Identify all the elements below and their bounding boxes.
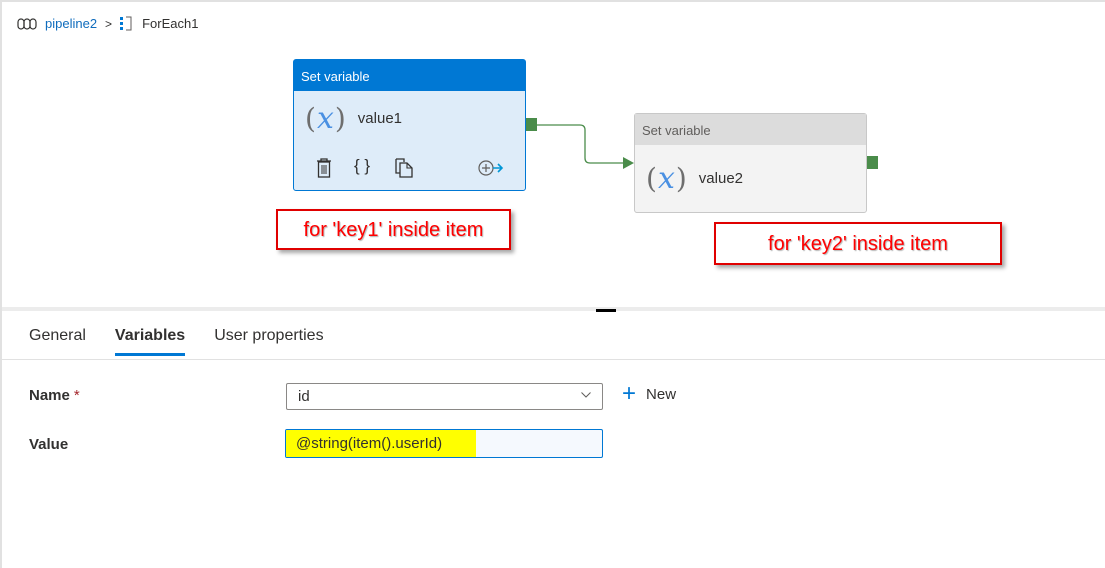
- required-mark: *: [73, 387, 80, 404]
- chevron-down-icon: [581, 392, 591, 398]
- delete-icon[interactable]: [315, 158, 333, 178]
- splitter-handle[interactable]: [596, 309, 616, 312]
- name-label-text: Name: [29, 387, 70, 404]
- variable-icon: (x): [305, 100, 346, 136]
- new-label: New: [646, 385, 677, 403]
- variable-icon: (x): [646, 160, 687, 196]
- breadcrumb-current: ForEach1: [142, 16, 199, 31]
- variable-name-value: id: [298, 388, 310, 405]
- activity-set-variable-value1[interactable]: Set variable (x) value1 { }: [293, 59, 526, 191]
- value-label: Value: [29, 436, 69, 453]
- panel-splitter: [2, 307, 1105, 311]
- breadcrumb: pipeline2 > ForEach1: [17, 16, 198, 31]
- annotation-key2: for 'key2' inside item: [714, 222, 1002, 265]
- plus-icon: +: [622, 380, 637, 407]
- activity-type-label: Set variable: [635, 114, 866, 145]
- tab-user-properties[interactable]: User properties: [214, 327, 323, 355]
- breadcrumb-pipeline-link[interactable]: pipeline2: [45, 16, 97, 31]
- output-port[interactable]: [526, 118, 537, 131]
- editor-frame: [0, 0, 1105, 568]
- tab-general[interactable]: General: [29, 327, 86, 355]
- tab-variables[interactable]: Variables: [114, 327, 186, 356]
- pipeline-icon: [17, 17, 37, 30]
- output-port[interactable]: [867, 156, 878, 169]
- activity-set-variable-value2[interactable]: Set variable (x) value2: [634, 113, 867, 213]
- variable-name-select[interactable]: id: [286, 383, 603, 410]
- code-icon[interactable]: { }: [354, 156, 372, 176]
- activity-type-label: Set variable: [294, 60, 525, 91]
- variable-value-text: @string(item().userId): [286, 430, 476, 457]
- foreach-icon: [120, 16, 132, 31]
- copy-icon[interactable]: [395, 158, 413, 178]
- variable-value-input[interactable]: @string(item().userId): [285, 429, 603, 458]
- activity-name: value1: [357, 109, 402, 127]
- tabs-divider: [2, 359, 1105, 360]
- properties-tabs: General Variables User properties: [29, 327, 353, 356]
- annotation-key1: for 'key1' inside item: [276, 209, 511, 250]
- add-output-icon[interactable]: [478, 158, 504, 178]
- new-variable-button[interactable]: + New: [622, 380, 677, 407]
- breadcrumb-separator: >: [105, 16, 113, 31]
- name-label: Name *: [29, 387, 80, 404]
- activity-name: value2: [698, 169, 743, 187]
